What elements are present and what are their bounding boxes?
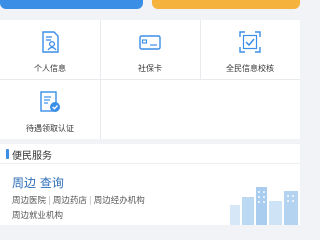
nearby-links: 周边医院 | 周边药店 | 周边经办机构: [12, 194, 145, 206]
function-grid: 个人信息 社保卡 全民信息校核 待遇领取认证: [0, 20, 300, 139]
section-divider: [0, 163, 300, 164]
grid-item-label: 社保卡: [138, 64, 162, 73]
section-title: 便民服务: [12, 151, 52, 162]
nearby-pharmacy-link[interactable]: 周边药店: [53, 196, 87, 206]
top-strip: [0, 0, 300, 12]
grid-item-label: 个人信息: [34, 64, 66, 73]
card-icon: [139, 35, 161, 50]
grid-item-certification[interactable]: 待遇领取认证: [0, 80, 100, 139]
section-accent-bar: [6, 149, 9, 159]
link-separator: |: [48, 196, 51, 206]
nearby-title-part2: 查询: [39, 176, 64, 190]
top-blue-button[interactable]: [0, 0, 143, 9]
nearby-agency-link[interactable]: 周边经办机构: [94, 196, 145, 206]
link-separator: |: [88, 196, 92, 206]
nearby-title-part1: 周边: [12, 176, 37, 190]
person-id-icon: [42, 31, 59, 53]
nearby-hospital-link[interactable]: 周边医院: [12, 196, 46, 206]
grid-divider: [100, 80, 101, 139]
certification-icon: [40, 91, 60, 112]
nearby-links-row2: 周边就业机构: [12, 209, 63, 221]
grid-item-personal-info[interactable]: 个人信息: [0, 20, 100, 79]
city-skyline-illustration: [230, 187, 298, 225]
top-orange-button[interactable]: [152, 0, 300, 9]
grid-item-label: 全民信息校核: [226, 64, 274, 73]
grid-item-verify[interactable]: 全民信息校核: [200, 20, 300, 79]
grid-item-label: 待遇领取认证: [26, 124, 74, 133]
nearby-employment-link[interactable]: 周边就业机构: [12, 211, 63, 221]
nearby-search-title[interactable]: 周边 查询: [12, 174, 64, 191]
grid-item-social-card[interactable]: 社保卡: [100, 20, 200, 79]
verify-check-icon: [239, 31, 261, 53]
services-section: 便民服务 周边 查询 周边医院 | 周边药店 | 周边经办机构 周边就业机构: [0, 144, 300, 225]
